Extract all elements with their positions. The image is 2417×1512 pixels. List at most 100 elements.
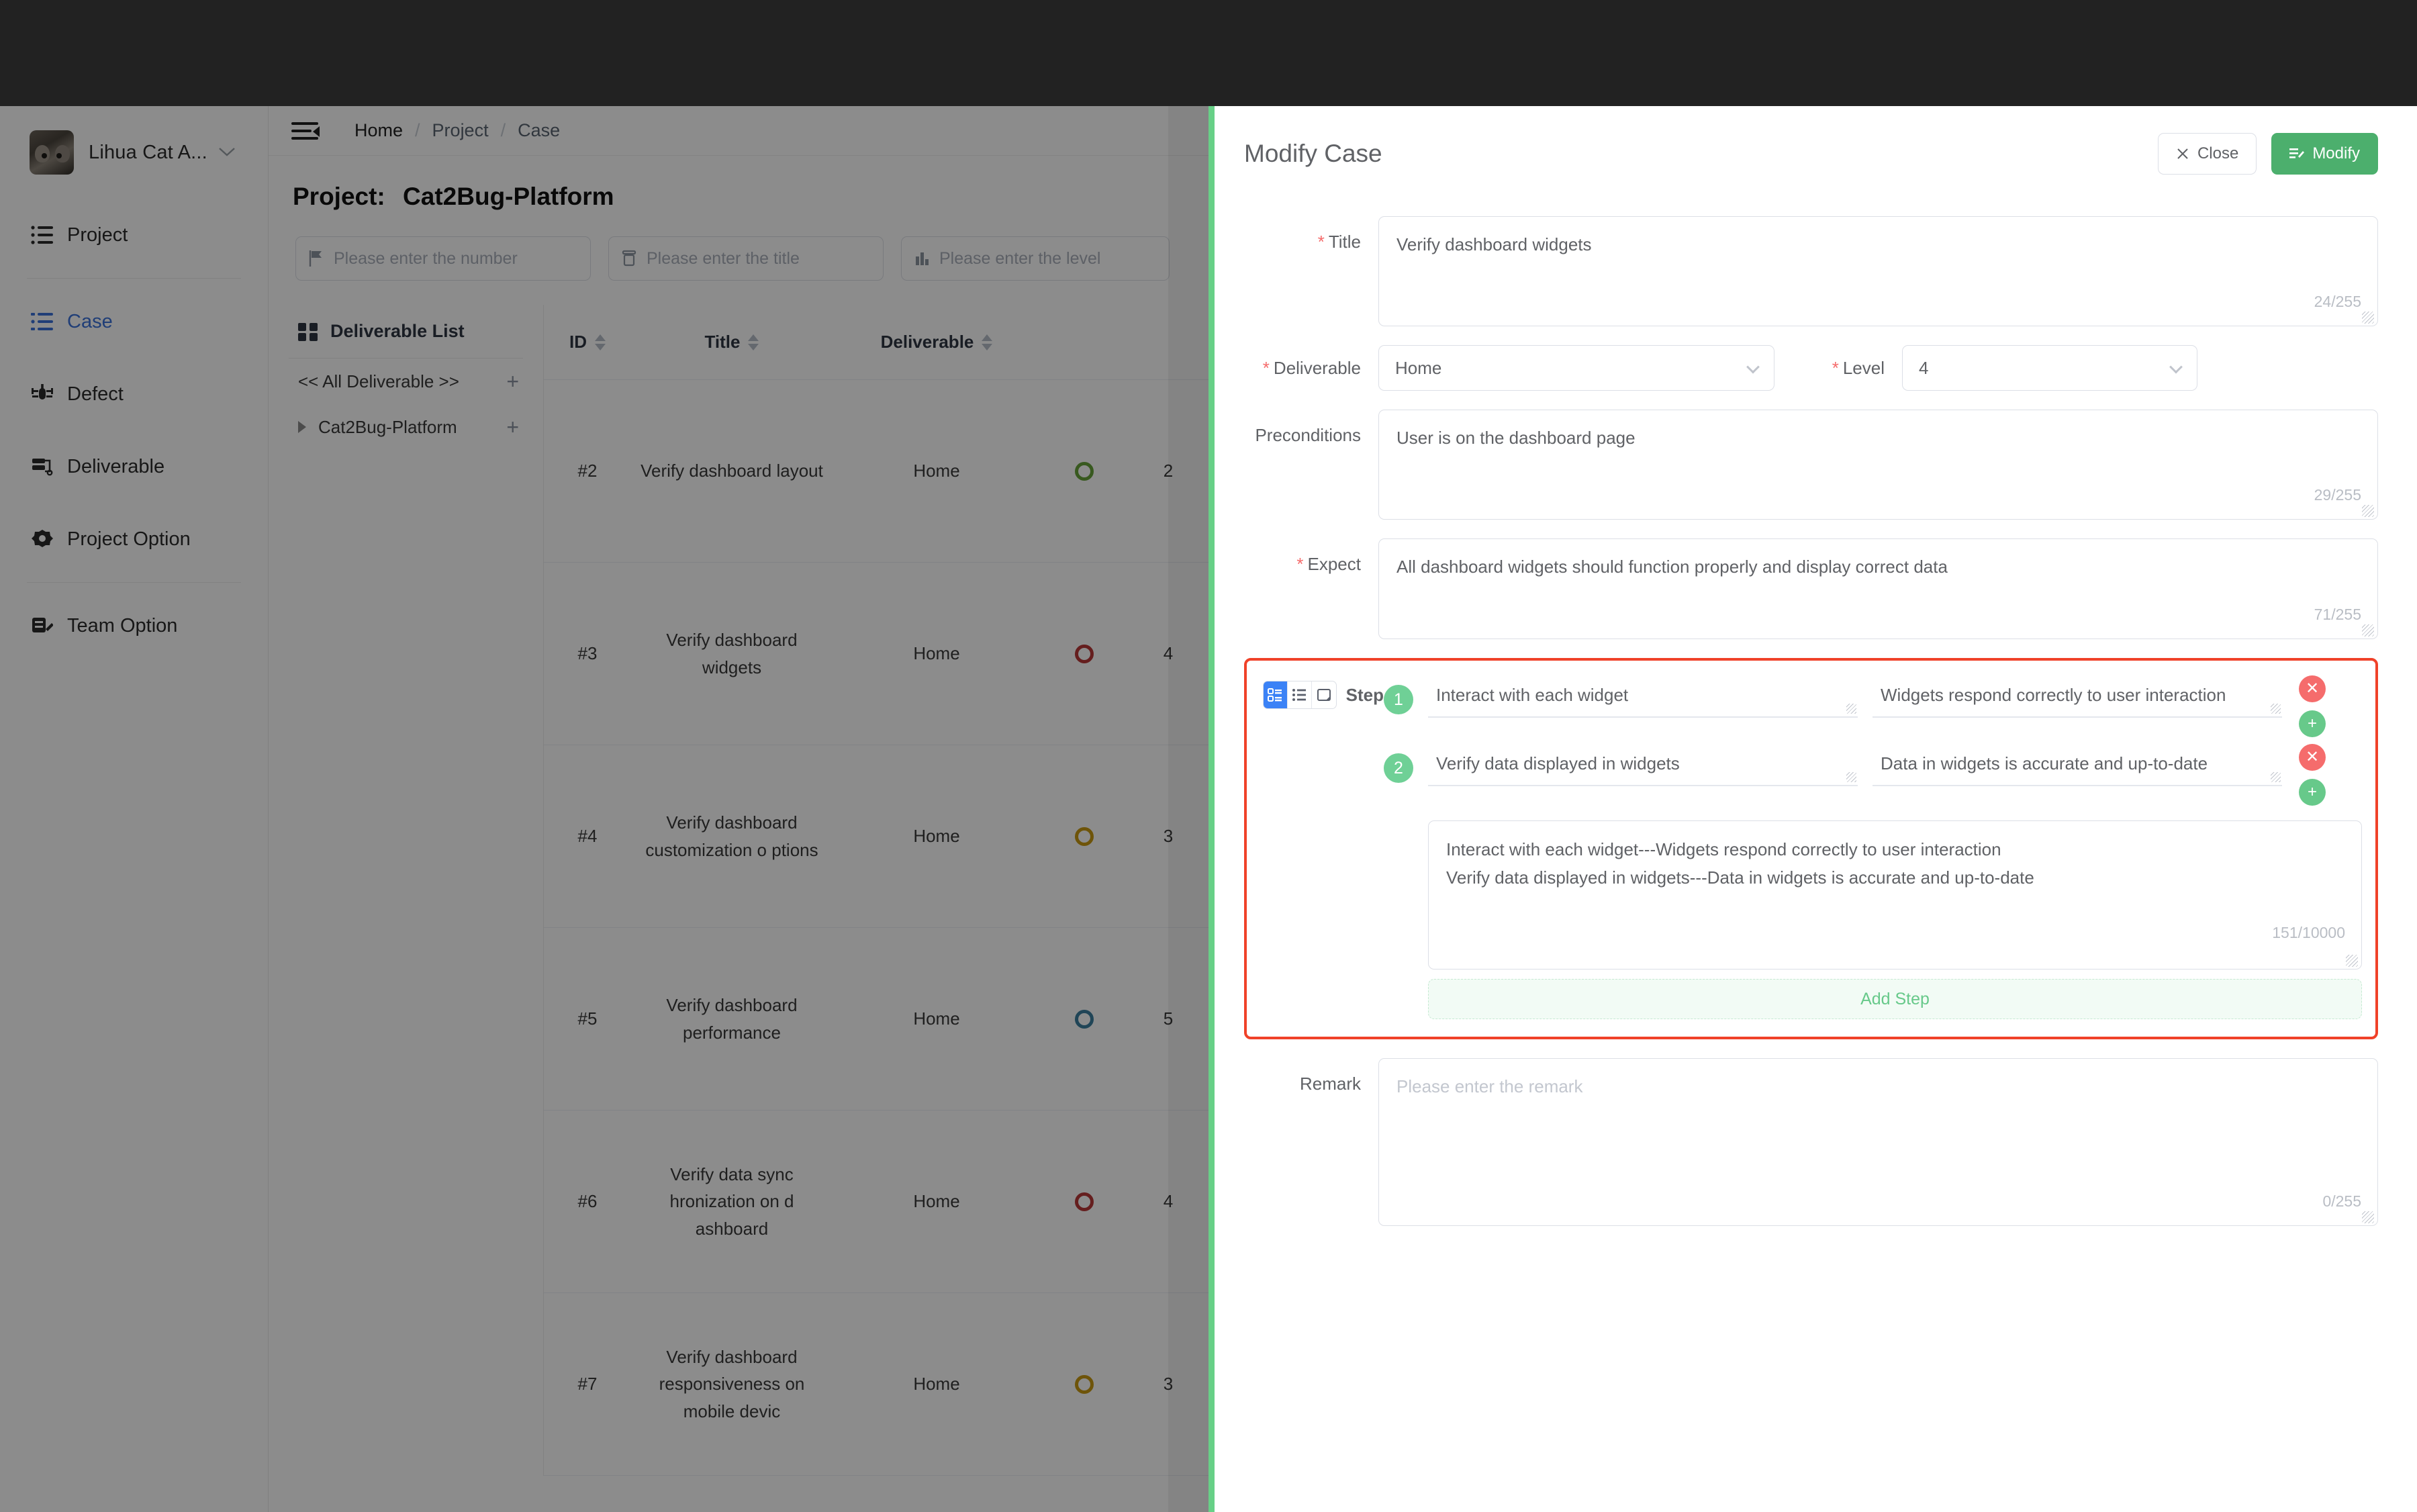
preconditions-textarea[interactable]: User is on the dashboard page 29/255 [1378, 410, 2378, 520]
step-row: 1 Interact with each widget Widgets respon… [1384, 675, 2362, 737]
chevron-down-icon[interactable] [218, 145, 236, 160]
delete-step-button[interactable]: ✕ [2299, 675, 2326, 702]
chevron-right-icon[interactable] [298, 421, 306, 433]
sort-icon[interactable] [748, 334, 759, 350]
table-right-shade [1168, 106, 1208, 1512]
step-raw-textarea[interactable]: Interact with each widget---Widgets resp… [1428, 820, 2362, 970]
sidebar-item-label: Project [67, 224, 128, 246]
resize-grip-icon[interactable] [2271, 772, 2281, 782]
drawer-resize-handle[interactable] [1208, 106, 1215, 1512]
gear-icon [27, 528, 58, 550]
close-icon [2176, 147, 2189, 160]
breadcrumb-item-project[interactable]: Project [432, 120, 489, 141]
cell-deliverable: Home [913, 1008, 960, 1029]
step-view-mode-toggle[interactable] [1262, 681, 1337, 709]
cell-status [1041, 644, 1128, 663]
step-section-highlight: Step 1 Interact with each widget Widgets r… [1244, 658, 2378, 1039]
modify-case-drawer: Modify Case Close Modify * Title Verify … [1215, 106, 2417, 1512]
plus-icon[interactable]: + [506, 416, 519, 438]
cell-status [1041, 461, 1128, 481]
sidebar-item-project-option[interactable]: Project Option [0, 503, 268, 575]
sidebar-item-label: Defect [67, 383, 124, 405]
breadcrumb-item-case[interactable]: Case [518, 120, 560, 141]
user-menu[interactable]: Lihua Cat A... [0, 106, 268, 199]
step-action-input[interactable]: Interact with each widget [1428, 675, 1858, 718]
table-header-id[interactable]: ID [544, 332, 631, 352]
close-button[interactable]: Close [2157, 133, 2257, 175]
resize-grip-icon[interactable] [2271, 704, 2281, 714]
sidebar-item-deliverable[interactable]: Deliverable [0, 430, 268, 503]
sidebar-item-team-option[interactable]: Team Option [0, 589, 268, 662]
page-title-project: Cat2Bug-Platform [403, 183, 614, 210]
resize-grip-icon[interactable] [2362, 312, 2374, 324]
hamburger-collapse-icon[interactable] [291, 121, 320, 141]
step-rows: 1 Interact with each widget Widgets respon… [1384, 675, 2362, 1019]
plus-icon[interactable]: + [506, 371, 519, 392]
table-row[interactable]: #3 Verify dashboard widgets Home 4 [544, 563, 1208, 745]
sidebar-divider [27, 278, 241, 279]
breadcrumb-item-home[interactable]: Home [354, 120, 403, 141]
sort-icon[interactable] [982, 334, 993, 350]
page-title: Project: Cat2Bug-Platform [269, 156, 1208, 211]
resize-grip-icon[interactable] [2346, 955, 2358, 967]
status-ring-icon [1075, 1374, 1094, 1394]
preconditions-textarea-value: User is on the dashboard page [1396, 428, 1636, 448]
flag-icon [308, 250, 324, 267]
cell-id: #2 [577, 461, 598, 481]
level-select[interactable]: 4 [1902, 345, 2197, 391]
title-textarea[interactable]: Verify dashboard widgets 24/255 [1378, 216, 2378, 326]
add-step-inline-button[interactable]: + [2299, 710, 2326, 737]
title-textarea-value: Verify dashboard widgets [1396, 234, 1592, 254]
sidebar: Lihua Cat A... Project Case Defect Deliv… [0, 106, 269, 1512]
field-expect-row: * Expect All dashboard widgets should fun… [1244, 538, 2378, 639]
delete-step-button[interactable]: ✕ [2299, 744, 2326, 771]
filter-number-input[interactable]: Please enter the number [295, 236, 591, 281]
add-step-inline-button[interactable]: + [2299, 779, 2326, 806]
resize-grip-icon[interactable] [1846, 772, 1856, 782]
modify-button[interactable]: Modify [2271, 133, 2378, 175]
card-view-icon[interactable] [1263, 681, 1288, 708]
table-header-title[interactable]: Title [631, 332, 833, 352]
table-header-deliverable[interactable]: Deliverable [833, 332, 1041, 352]
table-row[interactable]: #5 Verify dashboard performance Home 5 [544, 928, 1208, 1111]
sidebar-item-defect[interactable]: Defect [0, 358, 268, 430]
step-action-input[interactable]: Verify data displayed in widgets [1428, 744, 1858, 786]
sidebar-item-project[interactable]: Project [0, 199, 268, 271]
step-section-label: Step [1345, 685, 1384, 705]
deliverable-tree-item-cat2bug[interactable]: Cat2Bug-Platform + [269, 404, 543, 450]
filter-title-input[interactable]: Please enter the title [608, 236, 884, 281]
resize-grip-icon[interactable] [2362, 1211, 2374, 1223]
filter-level-input[interactable]: Please enter the level [901, 236, 1170, 281]
resize-grip-icon[interactable] [2362, 624, 2374, 636]
filter-number-placeholder: Please enter the number [334, 248, 518, 268]
table-row[interactable]: #2 Verify dashboard layout Home 2 [544, 380, 1208, 563]
cell-deliverable: Home [913, 643, 960, 663]
remark-textarea[interactable]: Please enter the remark 0/255 [1378, 1058, 2378, 1226]
chevron-down-icon [1746, 360, 1760, 374]
cell-id: #7 [577, 1374, 598, 1394]
step-section-header: Step [1259, 675, 1384, 1019]
sidebar-item-case[interactable]: Case [0, 285, 268, 358]
list-view-icon[interactable] [1288, 681, 1312, 708]
step-expect-input[interactable]: Data in widgets is accurate and up-to-da… [1873, 744, 2282, 786]
add-step-button[interactable]: Add Step [1428, 979, 2362, 1019]
field-title-row: * Title Verify dashboard widgets 24/255 [1244, 216, 2378, 326]
table-row[interactable]: #7 Verify dashboard responsiveness on mob… [544, 1293, 1208, 1476]
expect-textarea[interactable]: All dashboard widgets should function pr… [1378, 538, 2378, 639]
sort-icon[interactable] [595, 334, 606, 350]
table-row[interactable]: #4 Verify dashboard customization o ption… [544, 745, 1208, 928]
table-row[interactable]: #6 Verify data sync hronization on d ashb… [544, 1111, 1208, 1293]
resize-grip-icon[interactable] [2362, 505, 2374, 517]
deliverable-tree-item-all[interactable]: << All Deliverable >> + [269, 359, 543, 404]
deliverable-select[interactable]: Home [1378, 345, 1774, 391]
cell-title: Verify dashboard layout [641, 461, 823, 481]
case-browser: Deliverable List << All Deliverable >> +… [269, 305, 1208, 1476]
close-button-label: Close [2197, 144, 2239, 162]
field-deliverable-level-row: * Deliverable Home * Level 4 [1244, 345, 2378, 391]
step-expect-input[interactable]: Widgets respond correctly to user intera… [1873, 675, 2282, 718]
resize-grip-icon[interactable] [1846, 704, 1856, 714]
cell-id: #6 [577, 1191, 598, 1211]
cell-title: Verify dashboard performance [666, 995, 798, 1043]
table-header-id-label: ID [569, 332, 587, 352]
text-view-icon[interactable] [1312, 681, 1336, 708]
